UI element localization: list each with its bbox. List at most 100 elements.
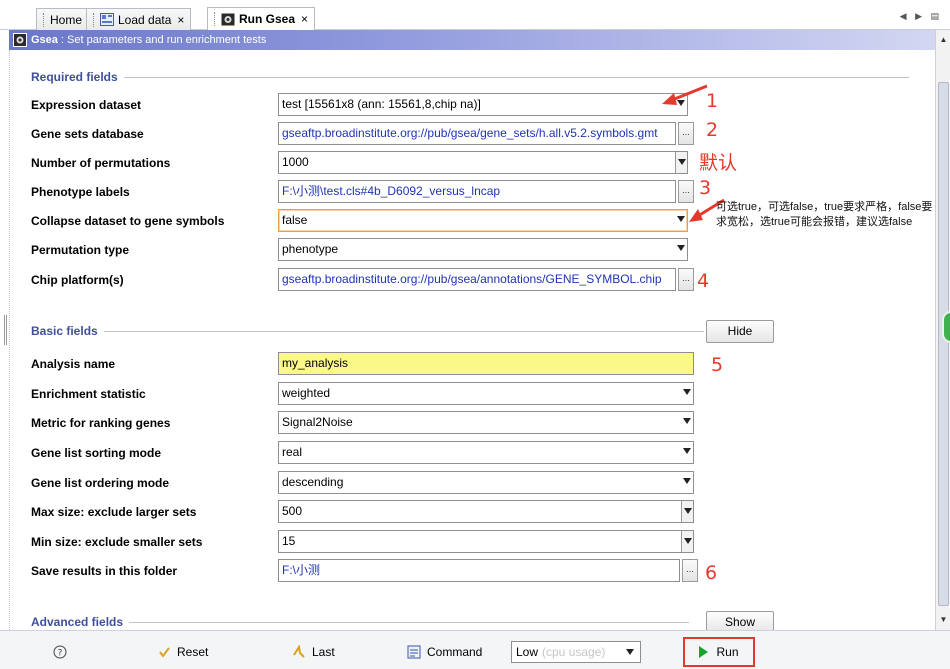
help-button[interactable]: ? — [53, 643, 67, 661]
min-size-exclude-smaller-sets-input[interactable]: 15 — [278, 530, 694, 553]
collapse-dataset-to-gene-symbols-select[interactable]: false — [278, 209, 688, 232]
field-label: Collapse dataset to gene symbols — [31, 214, 225, 228]
splitter-handle[interactable] — [4, 315, 7, 345]
play-icon — [699, 646, 709, 658]
annotation-4: 4 — [697, 270, 710, 292]
annotation-2: 2 — [706, 119, 719, 141]
cpu-usage-select[interactable]: Low (cpu usage) — [511, 641, 641, 663]
gsea-icon — [13, 33, 27, 47]
close-icon[interactable]: × — [177, 13, 184, 27]
save-results-in-this-folder-field[interactable]: F:\小测 — [278, 559, 680, 582]
hide-button[interactable]: Hide — [706, 320, 774, 343]
field-value: gseaftp.broadinstitute.org://pub/gsea/ge… — [282, 126, 658, 140]
tab-run-gsea[interactable]: Run Gsea × — [207, 7, 316, 30]
max-size-exclude-larger-sets-input[interactable]: 500 — [278, 500, 694, 523]
gene-list-sorting-mode-select[interactable]: real — [278, 441, 694, 464]
field-label: Gene list sorting mode — [31, 446, 162, 460]
annotation-1: 1 — [706, 90, 719, 112]
command-icon — [407, 645, 421, 659]
scroll-down-icon[interactable]: ▼ — [938, 614, 949, 626]
field-value: weighted — [282, 386, 331, 400]
panel-header: Gsea : Set parameters and run enrichment… — [9, 30, 935, 50]
metric-for-ranking-genes-select[interactable]: Signal2Noise — [278, 411, 694, 434]
cpu-value: Low — [516, 645, 539, 659]
field-value: my_analysis — [282, 356, 349, 370]
field-label: Number of permutations — [31, 156, 171, 170]
last-button[interactable]: Last — [292, 643, 335, 661]
permutation-type-select[interactable]: phenotype — [278, 238, 688, 261]
field-label: Enrichment statistic — [31, 387, 146, 401]
reset-icon — [159, 647, 170, 658]
field-value: real — [282, 445, 303, 459]
section-title: Advanced fields — [31, 615, 124, 629]
section-divider — [103, 330, 704, 332]
field-label: Save results in this folder — [31, 564, 178, 578]
spinner-icon[interactable] — [675, 152, 687, 173]
section-title: Basic fields — [31, 324, 98, 338]
cpu-hint: (cpu usage) — [542, 645, 606, 659]
field-value: 500 — [282, 504, 303, 518]
chevron-down-icon — [677, 216, 685, 222]
scroll-thumb[interactable] — [938, 82, 949, 606]
section-basic: Basic fields — [31, 324, 704, 338]
field-label: Gene sets database — [31, 127, 144, 141]
command-button[interactable]: Command — [407, 643, 482, 661]
annotation-note-line2: 求宽松，选true可能会报错，建议选false — [716, 216, 913, 228]
field-value: test [15561x8 (ann: 15561,8,chip na)] — [282, 97, 481, 111]
field-label: Chip platform(s) — [31, 273, 124, 287]
tab-strip: Home Load data × Run Gsea × ◀ ▶ ▤ — [0, 0, 950, 30]
chevron-down-icon — [683, 389, 691, 395]
field-value: false — [282, 213, 308, 227]
field-label: Gene list ordering mode — [31, 476, 170, 490]
annotation-6: 6 — [705, 562, 718, 584]
gene-list-ordering-mode-select[interactable]: descending — [278, 471, 694, 494]
spinner-icon[interactable] — [681, 531, 693, 552]
tab-home[interactable]: Home — [36, 8, 90, 30]
tab-nav-arrows-icon[interactable]: ◀ ▶ ▤ — [900, 11, 942, 22]
annotation-note-line1: 可选true，可选false，true要求严格，false要 — [716, 201, 933, 213]
browse-button[interactable]: ... — [678, 122, 694, 145]
gsea-icon — [221, 13, 235, 25]
svg-text:?: ? — [58, 649, 63, 659]
help-icon: ? — [53, 645, 67, 659]
browse-button[interactable]: ... — [682, 559, 698, 582]
chevron-down-icon — [683, 478, 691, 484]
load-data-icon — [100, 13, 114, 26]
section-required: Required fields — [31, 70, 909, 84]
last-label: Last — [312, 645, 335, 659]
field-label: Metric for ranking genes — [31, 416, 171, 430]
tab-load-data[interactable]: Load data × — [86, 8, 192, 30]
side-badge-icon — [942, 311, 950, 343]
chevron-down-icon — [683, 418, 691, 424]
chevron-down-icon — [683, 448, 691, 454]
expression-dataset-select[interactable]: test [15561x8 (ann: 15561,8,chip na)] — [278, 93, 688, 116]
section-divider — [129, 621, 690, 623]
chevron-down-icon — [677, 245, 685, 251]
panel-title-bold: Gsea — [31, 34, 58, 46]
left-margin-rule — [9, 50, 10, 630]
field-value: Signal2Noise — [282, 415, 353, 429]
field-value: 1000 — [282, 155, 309, 169]
tab-grip — [43, 12, 46, 27]
last-icon — [293, 645, 305, 658]
reset-button[interactable]: Reset — [157, 643, 208, 661]
scroll-up-icon[interactable]: ▲ — [938, 34, 949, 46]
phenotype-labels-field[interactable]: F:\小测\test.cls#4b_D6092_versus_lncap — [278, 180, 676, 203]
section-divider — [123, 76, 909, 78]
section-title: Required fields — [31, 70, 118, 84]
gene-sets-database-field[interactable]: gseaftp.broadinstitute.org://pub/gsea/ge… — [278, 122, 676, 145]
panel-title: : Set parameters and run enrichment test… — [60, 34, 267, 46]
field-label: Analysis name — [31, 357, 116, 371]
number-of-permutations-input[interactable]: 1000 — [278, 151, 688, 174]
browse-button[interactable]: ... — [678, 268, 694, 291]
chevron-down-icon — [626, 649, 634, 655]
field-value: descending — [282, 475, 344, 489]
chip-platform-s-field[interactable]: gseaftp.broadinstitute.org://pub/gsea/an… — [278, 268, 676, 291]
analysis-name-input[interactable]: my_analysis — [278, 352, 694, 375]
spinner-icon[interactable] — [681, 501, 693, 522]
bottom-toolbar: ? Reset Last Command Low (cpu usage) — [0, 630, 950, 669]
run-button[interactable]: Run — [683, 637, 755, 667]
enrichment-statistic-select[interactable]: weighted — [278, 382, 694, 405]
field-label: Min size: exclude smaller sets — [31, 535, 203, 549]
close-icon[interactable]: × — [301, 12, 308, 26]
